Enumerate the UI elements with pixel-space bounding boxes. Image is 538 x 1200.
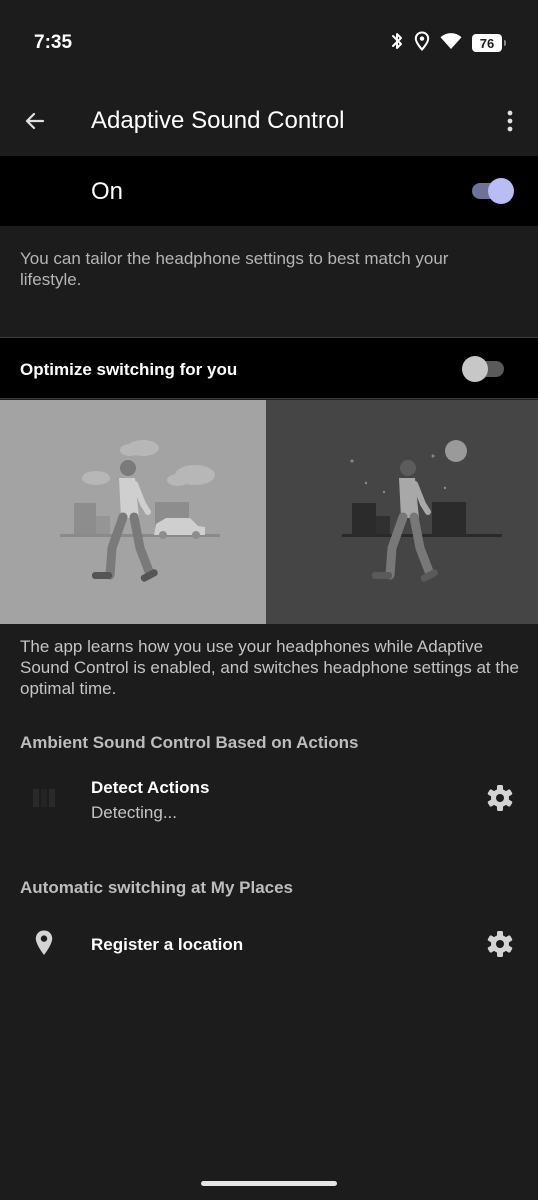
home-indicator[interactable] (201, 1181, 337, 1186)
optimize-switching-label: Optimize switching for you (20, 360, 238, 379)
optimize-switching-row[interactable]: Optimize switching for you (0, 337, 538, 399)
learning-info-text: The app learns how you use your headphon… (20, 637, 520, 698)
optimize-toggle[interactable] (462, 356, 504, 382)
feature-description: You can tailor the headphone settings to… (20, 249, 449, 289)
toggle-knob (462, 356, 488, 382)
more-options-button[interactable] (498, 106, 522, 136)
wifi-icon (440, 32, 462, 55)
status-icons: 76 (390, 30, 506, 56)
night-scene-illustration (266, 400, 538, 624)
activity-bars-icon (28, 782, 60, 814)
battery-icon: 76 (472, 34, 506, 52)
day-scene-illustration (0, 400, 266, 624)
register-location-settings-button[interactable] (486, 930, 514, 958)
gear-icon (487, 931, 513, 957)
toggle-knob (488, 178, 514, 204)
more-vertical-icon (507, 110, 513, 132)
detect-actions-title: Detect Actions (91, 778, 210, 797)
register-location-row[interactable]: Register a location (0, 915, 538, 973)
ambient-section-header: Ambient Sound Control Based on Actions (20, 733, 359, 752)
back-button[interactable] (20, 106, 50, 136)
master-switch-row[interactable]: On (0, 156, 538, 226)
master-toggle[interactable] (472, 178, 514, 204)
page-title: Adaptive Sound Control (91, 107, 345, 134)
detect-actions-status: Detecting... (91, 803, 177, 822)
bluetooth-icon (390, 31, 404, 56)
illustration (0, 400, 538, 624)
detect-actions-row[interactable]: Detect Actions Detecting... (0, 770, 538, 830)
app-bar: Adaptive Sound Control (0, 86, 538, 156)
detect-actions-settings-button[interactable] (486, 784, 514, 812)
arrow-back-icon (25, 112, 45, 130)
places-section-header: Automatic switching at My Places (20, 878, 294, 897)
location-icon (414, 30, 430, 56)
gear-icon (487, 785, 513, 811)
register-location-title: Register a location (91, 935, 244, 954)
master-switch-label: On (91, 178, 124, 205)
status-bar: 7:35 76 (0, 0, 538, 86)
location-pin-icon (28, 927, 60, 959)
status-time: 7:35 (34, 32, 73, 53)
